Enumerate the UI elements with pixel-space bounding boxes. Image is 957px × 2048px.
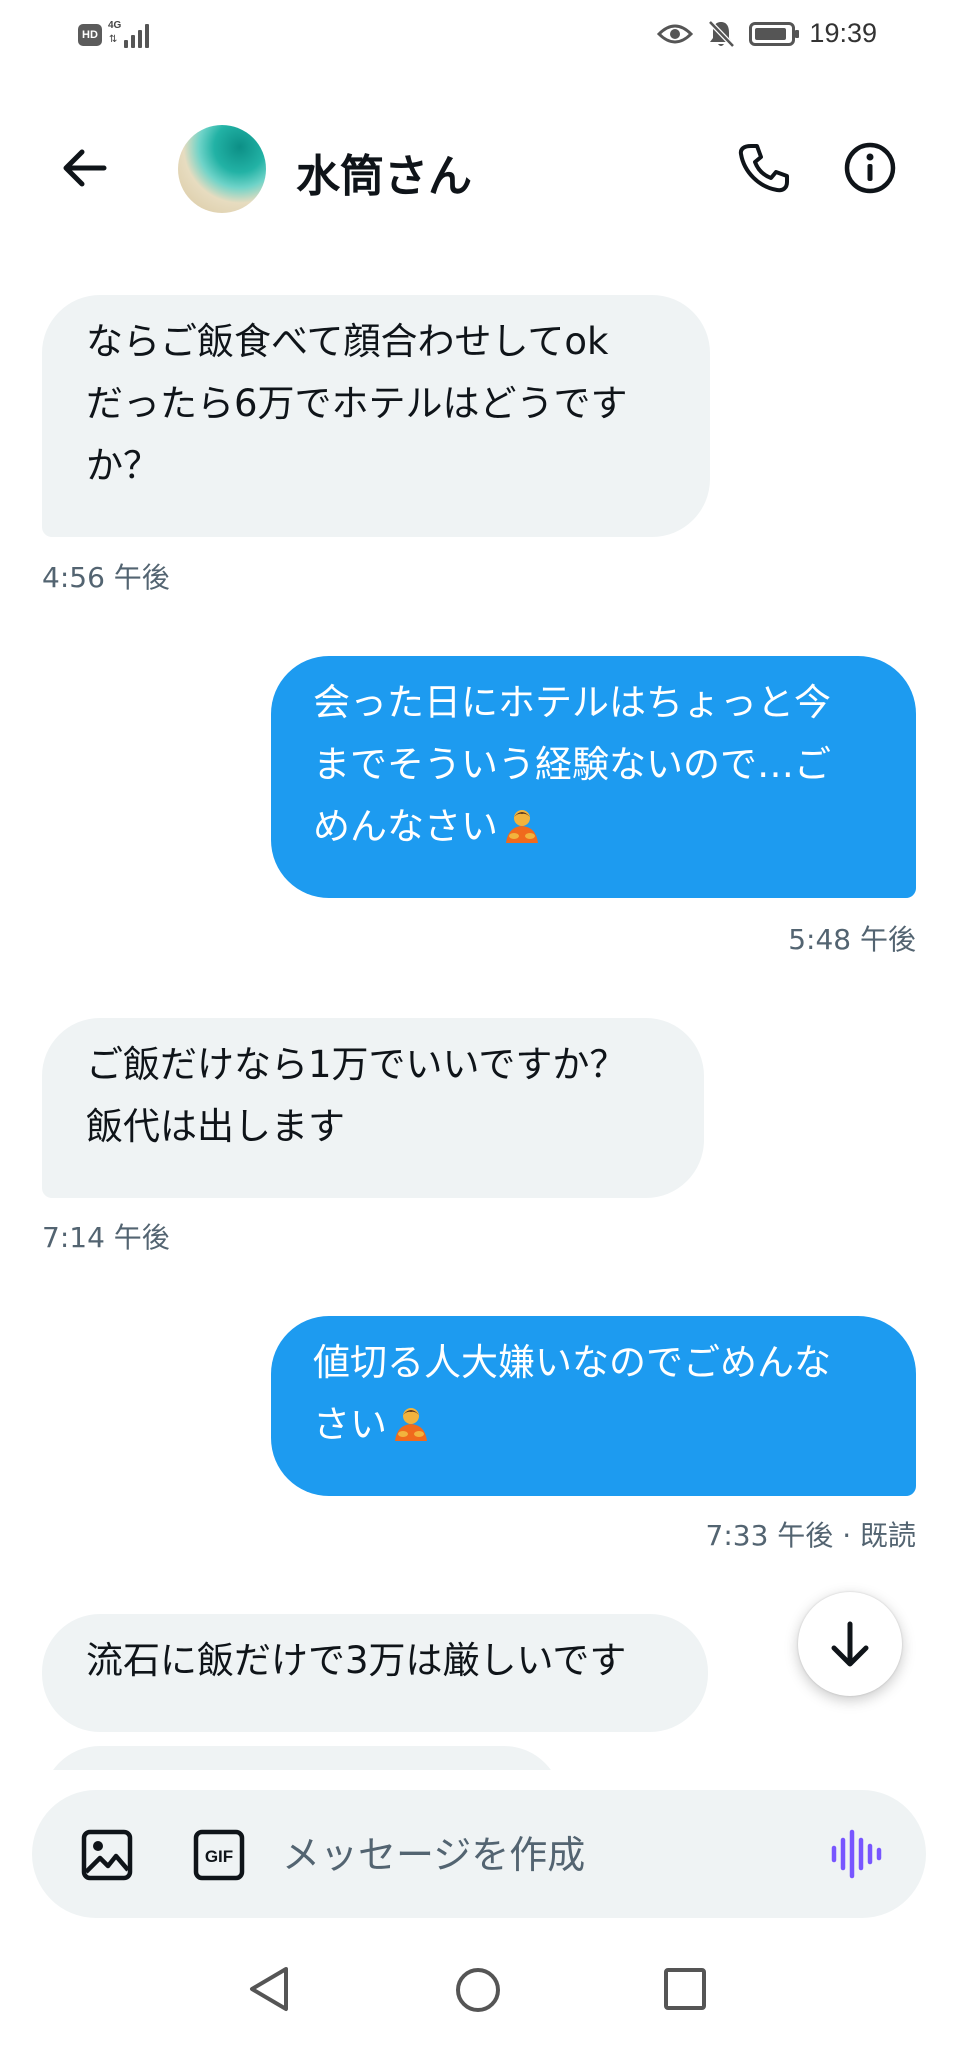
nav-recents-button[interactable] bbox=[662, 1966, 708, 2016]
status-bar: HD 4G ⇅ 19:39 bbox=[0, 0, 957, 72]
battery-icon bbox=[749, 21, 800, 46]
message-text-line: さい bbox=[313, 1403, 387, 1446]
image-icon bbox=[81, 1829, 133, 1881]
message-text-line: か？ bbox=[86, 444, 160, 487]
scroll-to-bottom-button[interactable] bbox=[798, 1592, 902, 1696]
message-timestamp: 7:14 午後 bbox=[42, 1221, 170, 1254]
arrow-down-icon bbox=[831, 1621, 869, 1667]
signal-icon: 4G ⇅ bbox=[108, 20, 158, 50]
nav-home-button[interactable] bbox=[454, 1966, 502, 2018]
network-type: 4G bbox=[108, 20, 122, 31]
bell-off-icon bbox=[708, 19, 736, 48]
contact-name[interactable]: 水筒さん bbox=[296, 140, 472, 204]
eye-icon bbox=[657, 24, 694, 43]
contact-avatar[interactable] bbox=[178, 125, 266, 213]
message-timestamp: 4:56 午後 bbox=[42, 561, 170, 594]
circle-home-icon bbox=[456, 1968, 500, 2012]
message-text-line: ならご飯食べて顔合わせしてok bbox=[86, 320, 609, 363]
message-bubble-incoming[interactable]: 流石に飯だけで3万は厳しいです bbox=[42, 1614, 708, 1732]
status-left: HD 4G ⇅ bbox=[78, 20, 158, 50]
person-bowing-emoji bbox=[395, 1408, 427, 1441]
message-text-line: 流石に飯だけで3万は厳しいです bbox=[86, 1639, 627, 1682]
nav-back-button[interactable] bbox=[246, 1964, 292, 2018]
status-time: 19:39 bbox=[809, 18, 877, 48]
message-bubble-outgoing[interactable]: 会った日にホテルはちょっと今 までそういう経験ないので…ご めんなさい bbox=[271, 656, 916, 898]
call-button[interactable] bbox=[727, 132, 799, 204]
message-bubble-incoming[interactable]: ご飯だけなら1万でいいですか？ 飯代は出します bbox=[42, 1018, 704, 1198]
message-text-line: めんなさい bbox=[313, 805, 498, 848]
message-text-line: ご飯だけなら1万でいいですか？ bbox=[86, 1043, 627, 1086]
message-text-line: 会った日にホテルはちょっと今 bbox=[313, 681, 831, 724]
voice-message-button[interactable] bbox=[828, 1826, 884, 1882]
message-text-line: 値切る人大嫌いなのでごめんな bbox=[313, 1341, 831, 1384]
add-gif-button[interactable]: GIF bbox=[192, 1828, 246, 1882]
message-text-line: 飯代は出します bbox=[86, 1105, 345, 1148]
info-icon bbox=[844, 142, 896, 194]
conversation-header: 水筒さん bbox=[0, 110, 957, 230]
message-timestamp: 7:33 午後 · 既読 bbox=[705, 1519, 916, 1552]
message-input[interactable]: メッセージを作成 bbox=[282, 1824, 585, 1879]
status-right: 19:39 bbox=[657, 18, 877, 49]
hd-icon: HD bbox=[78, 24, 102, 46]
person-bowing-emoji bbox=[506, 810, 538, 843]
message-bubble-incoming[interactable]: ならご飯食べて顔合わせしてok だったら6万でホテルはどうです か？ bbox=[42, 295, 710, 537]
gif-icon: GIF bbox=[193, 1829, 245, 1881]
message-text-line: だったら6万でホテルはどうです bbox=[86, 382, 628, 425]
message-timestamp: 5:48 午後 bbox=[788, 923, 916, 956]
voice-icon bbox=[831, 1829, 882, 1879]
message-bubble-outgoing[interactable]: 値切る人大嫌いなのでごめんな さい bbox=[271, 1316, 916, 1496]
add-image-button[interactable] bbox=[80, 1828, 134, 1882]
info-button[interactable] bbox=[834, 132, 906, 204]
message-composer: GIF メッセージを作成 bbox=[32, 1790, 926, 1918]
triangle-back-icon bbox=[250, 1967, 288, 2011]
system-navigation-bar bbox=[0, 1942, 957, 2048]
back-arrow-icon bbox=[63, 149, 107, 187]
square-recents-icon bbox=[664, 1968, 706, 2010]
svg-text:GIF: GIF bbox=[205, 1847, 233, 1866]
phone-icon bbox=[738, 144, 789, 193]
message-text-line: までそういう経験ないので…ご bbox=[313, 743, 831, 786]
back-button[interactable] bbox=[48, 132, 120, 204]
